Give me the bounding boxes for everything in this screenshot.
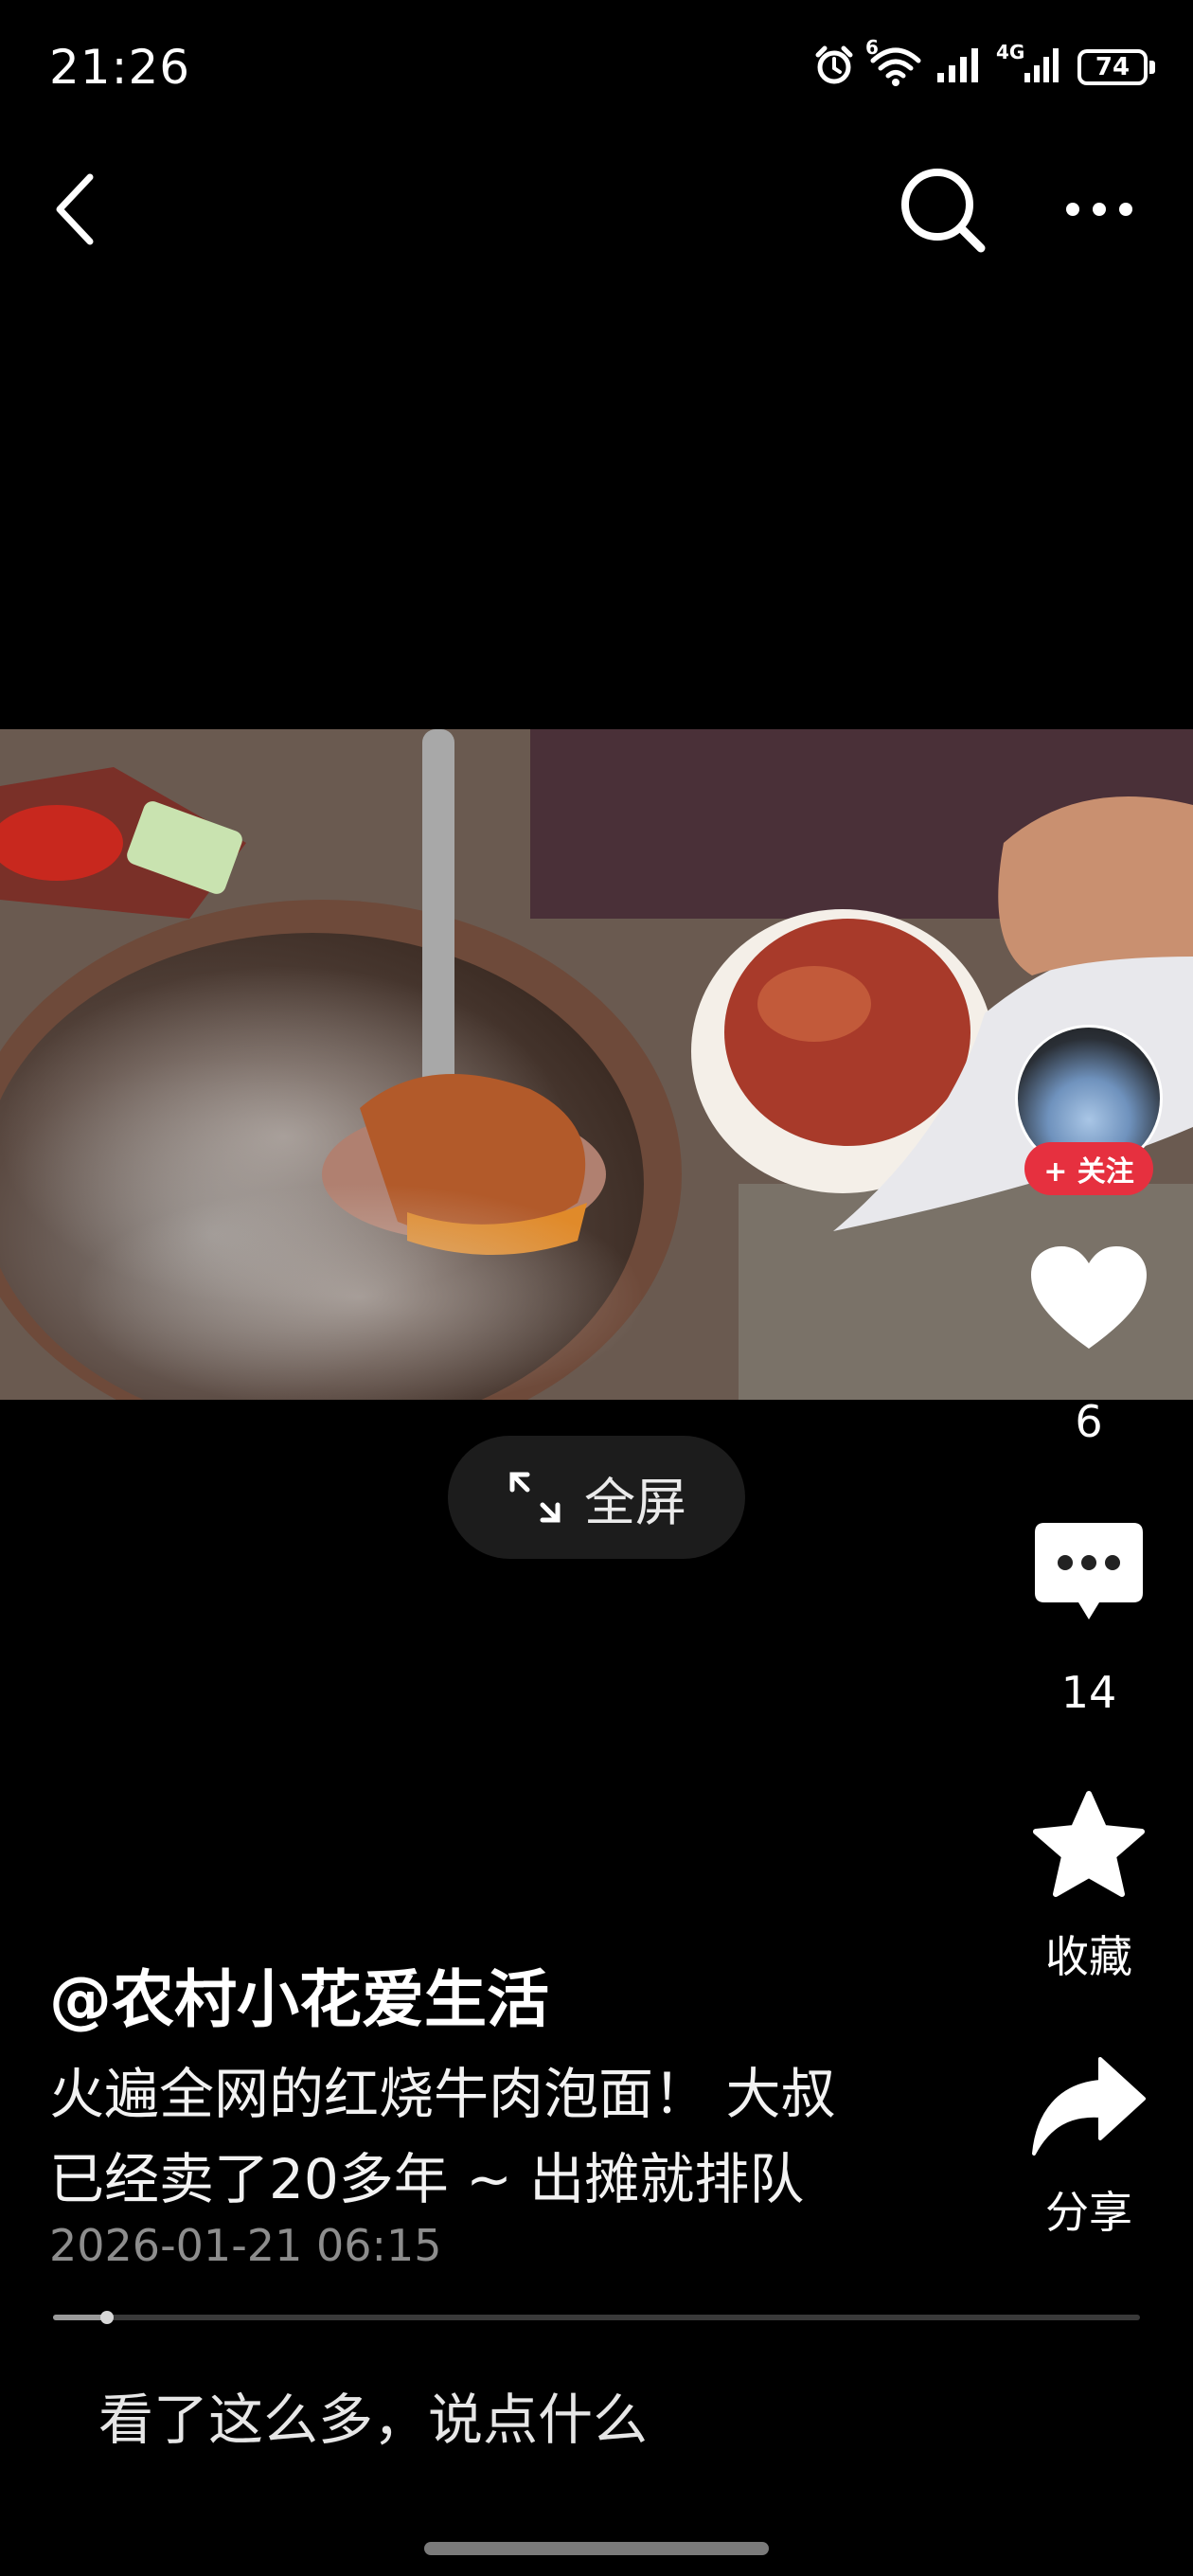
- video-player[interactable]: [0, 729, 1193, 1400]
- comment-icon: [1035, 1523, 1143, 1619]
- more-button[interactable]: [1057, 186, 1142, 233]
- wifi-icon: 6: [865, 38, 922, 91]
- video-frame: [0, 729, 1193, 1400]
- comment-button[interactable]: [1023, 1519, 1155, 1625]
- wifi-badge: 6: [865, 36, 879, 59]
- battery-level: 74: [1077, 49, 1148, 85]
- like-button[interactable]: [1023, 1243, 1155, 1354]
- more-icon: [1066, 203, 1132, 216]
- post-timestamp: 2026-01-21 06:15: [49, 2220, 442, 2271]
- signal-icon: [935, 46, 983, 88]
- chevron-left-icon: [56, 173, 94, 245]
- video-progress-thumb[interactable]: [100, 2311, 115, 2324]
- battery-icon: 74: [1077, 49, 1155, 85]
- follow-button[interactable]: + 关注: [1024, 1142, 1153, 1195]
- like-count-wrap: 6: [1023, 1396, 1155, 1447]
- heart-icon: [1031, 1246, 1147, 1349]
- home-indicator: [424, 2542, 769, 2555]
- fullscreen-button[interactable]: 全屏: [448, 1436, 745, 1559]
- favorite-button[interactable]: 收藏: [1023, 1790, 1155, 1985]
- alarm-icon: [812, 44, 856, 91]
- share-label: 分享: [1045, 2187, 1132, 2238]
- status-icons: 6 4G 74: [812, 38, 1155, 91]
- star-icon: [1033, 1791, 1145, 1897]
- share-button[interactable]: 分享: [1023, 2055, 1155, 2241]
- cell-badge: 4G: [996, 41, 1025, 63]
- like-count: 6: [1075, 1396, 1103, 1447]
- video-progress-track[interactable]: [53, 2315, 1140, 2320]
- caption-line-2: 已经卖了20多年 ~ 出摊就排队: [49, 2147, 805, 2211]
- comment-count-wrap: 14: [1023, 1667, 1155, 1718]
- comment-count: 14: [1060, 1667, 1117, 1718]
- search-button[interactable]: [896, 163, 990, 258]
- fullscreen-label: 全屏: [584, 1472, 686, 1532]
- video-progress-fill: [53, 2315, 108, 2320]
- back-button[interactable]: [38, 167, 114, 252]
- comment-input[interactable]: 看了这么多，说点什么: [98, 2375, 648, 2455]
- search-icon: [901, 169, 986, 253]
- share-icon: [1032, 2057, 1146, 2156]
- signal-4g-icon: 4G: [996, 41, 1064, 88]
- status-time: 21:26: [49, 40, 191, 95]
- author-name[interactable]: @农村小花爱生活: [49, 1949, 549, 2040]
- favorite-label: 收藏: [1045, 1931, 1132, 1982]
- caption-line-1: 火遍全网的红烧牛肉泡面！ 大叔: [49, 2062, 836, 2126]
- expand-icon: [509, 1472, 561, 1523]
